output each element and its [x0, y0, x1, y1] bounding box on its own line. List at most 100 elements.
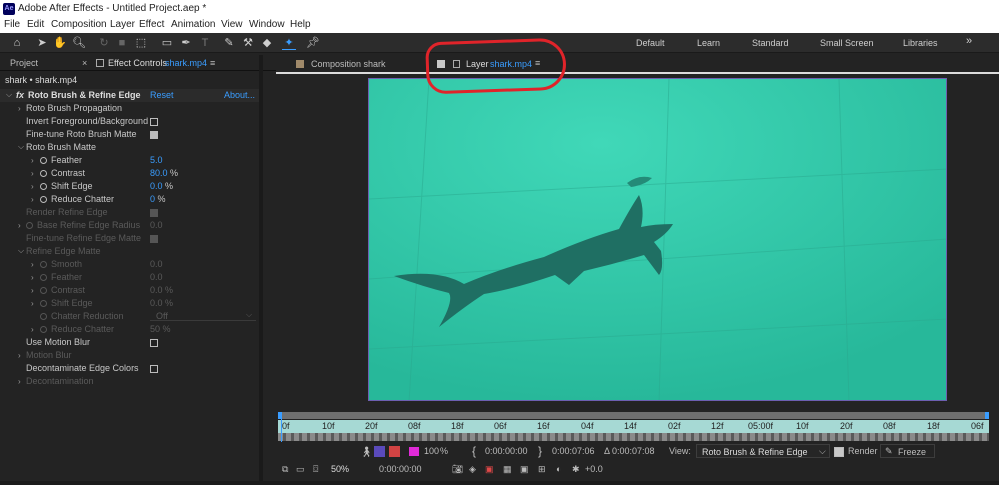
- tab-effect-controls-file[interactable]: shark.mp4: [165, 58, 207, 68]
- stopwatch-icon[interactable]: [40, 261, 47, 268]
- stopwatch-icon[interactable]: [40, 326, 47, 333]
- out-point-icon[interactable]: }: [538, 444, 542, 458]
- reset-button[interactable]: Reset: [150, 90, 174, 103]
- workspace-small-screen[interactable]: Small Screen: [820, 38, 874, 48]
- stopwatch-icon[interactable]: [26, 222, 33, 229]
- menu-window[interactable]: Window: [249, 19, 285, 30]
- selection-arrow-icon[interactable]: ➤: [35, 36, 49, 50]
- pan-behind-icon[interactable]: ⬚: [134, 36, 148, 50]
- tab-project[interactable]: Project: [10, 58, 38, 68]
- finetune-checkbox[interactable]: [150, 131, 158, 139]
- lock-icon[interactable]: [96, 59, 104, 67]
- hand-icon[interactable]: ✋: [53, 36, 67, 50]
- snapshot-icon[interactable]: 📷︎: [452, 464, 463, 475]
- work-area-bar[interactable]: [278, 412, 989, 419]
- menu-help[interactable]: Help: [290, 19, 311, 30]
- toggle-transparency-grid-icon[interactable]: ▦: [503, 464, 512, 475]
- region-of-interest-icon[interactable]: ⌼: [313, 464, 318, 475]
- expand-chevron-icon[interactable]: ›: [18, 377, 21, 386]
- walk-icon[interactable]: 🚶︎: [360, 447, 373, 458]
- fx-icon[interactable]: fx: [16, 90, 24, 103]
- clone-stamp-icon[interactable]: ⚒: [241, 36, 255, 50]
- contrast-value[interactable]: 80.0: [150, 168, 168, 178]
- stopwatch-icon[interactable]: [40, 313, 47, 320]
- overlay-color-swatch[interactable]: [409, 447, 419, 456]
- about-button[interactable]: About...: [224, 90, 255, 103]
- expand-chevron-icon[interactable]: ›: [31, 325, 34, 334]
- decontaminate-checkbox[interactable]: [150, 365, 158, 373]
- stopwatch-icon[interactable]: [40, 274, 47, 281]
- workspace-libraries[interactable]: Libraries: [903, 38, 938, 48]
- rectangle-icon[interactable]: ▭: [160, 36, 174, 50]
- camera-icon[interactable]: ■: [115, 36, 129, 50]
- zoom-icon[interactable]: 🔍︎: [72, 36, 86, 50]
- current-time-readout[interactable]: 0:00:00:00: [379, 464, 422, 474]
- eraser-icon[interactable]: ◆: [260, 36, 274, 50]
- show-snapshot-icon[interactable]: ◈: [469, 464, 476, 475]
- exposure-icon[interactable]: ◐: [556, 464, 561, 474]
- workspace-default[interactable]: Default: [636, 38, 665, 48]
- expand-chevron-icon[interactable]: ›: [31, 195, 34, 204]
- stopwatch-icon[interactable]: [40, 170, 47, 177]
- channel-icon[interactable]: ▣: [485, 464, 494, 475]
- expand-chevron-icon[interactable]: ›: [31, 273, 34, 282]
- magnification-dropdown[interactable]: 50%: [331, 464, 349, 474]
- base-radius-value[interactable]: 0.0: [150, 220, 163, 233]
- stopwatch-icon[interactable]: [40, 300, 47, 307]
- freeze-button[interactable]: ✎ Freeze: [880, 444, 935, 458]
- toggle-overlay-icon[interactable]: [389, 446, 400, 457]
- expand-chevron-icon[interactable]: ›: [31, 169, 34, 178]
- toggle-alpha-icon[interactable]: [374, 446, 385, 457]
- contrast2-value[interactable]: 0.0 %: [150, 285, 173, 298]
- monitor-icon[interactable]: ▭: [296, 464, 305, 475]
- reduce-chatter2-value[interactable]: 50 %: [150, 324, 171, 337]
- tab-composition[interactable]: Composition shark: [311, 59, 386, 69]
- tab-effect-controls[interactable]: Effect Controls: [108, 58, 167, 68]
- expand-chevron-icon[interactable]: ›: [31, 299, 34, 308]
- menu-view[interactable]: View: [221, 19, 243, 30]
- pen-icon[interactable]: ✒: [179, 36, 193, 50]
- zoom-value[interactable]: 100: [424, 446, 439, 456]
- expand-chevron-icon[interactable]: ›: [31, 260, 34, 269]
- feather2-value[interactable]: 0.0: [150, 272, 163, 285]
- type-icon[interactable]: T: [198, 36, 212, 50]
- roto-brush-icon[interactable]: ✦: [282, 36, 296, 50]
- invert-checkbox[interactable]: [150, 118, 158, 126]
- rotate-icon[interactable]: ↻: [97, 36, 111, 50]
- more-workspaces-icon[interactable]: »: [966, 35, 972, 47]
- grid-icon[interactable]: ⊞: [538, 464, 546, 475]
- current-time-indicator[interactable]: [281, 412, 282, 442]
- finetune-refine-checkbox[interactable]: [150, 235, 158, 243]
- collapse-chevron-icon[interactable]: ⌵: [18, 142, 24, 152]
- panel-divider[interactable]: [259, 55, 263, 485]
- view-dropdown[interactable]: Roto Brush & Refine Edge ⌵: [696, 444, 830, 458]
- layer-viewer-frame[interactable]: [368, 78, 947, 401]
- always-preview-icon[interactable]: ⧉: [282, 464, 288, 475]
- expand-chevron-icon[interactable]: ›: [18, 104, 21, 113]
- shift-edge-value[interactable]: 0.0: [150, 181, 163, 191]
- expand-chevron-icon[interactable]: ›: [18, 221, 21, 230]
- home-icon[interactable]: ⌂: [10, 36, 24, 50]
- stopwatch-icon[interactable]: [40, 183, 47, 190]
- menu-animation[interactable]: Animation: [171, 19, 215, 30]
- expand-chevron-icon[interactable]: ›: [18, 351, 21, 360]
- in-point-icon[interactable]: {: [472, 444, 476, 458]
- brush-icon[interactable]: ✎: [222, 36, 236, 50]
- in-point-time[interactable]: 0:00:00:00: [485, 446, 528, 456]
- menu-edit[interactable]: Edit: [27, 19, 44, 30]
- reduce-chatter-value[interactable]: 0: [150, 194, 155, 204]
- chatter-reduction-dropdown[interactable]: Off ⌵: [150, 310, 256, 321]
- stopwatch-icon[interactable]: [40, 196, 47, 203]
- workspace-standard[interactable]: Standard: [752, 38, 789, 48]
- menu-effect[interactable]: Effect: [139, 19, 164, 30]
- workspace-learn[interactable]: Learn: [697, 38, 720, 48]
- panel-menu-icon[interactable]: ≡: [210, 58, 215, 68]
- close-icon[interactable]: ×: [82, 58, 87, 68]
- menu-composition[interactable]: Composition: [51, 19, 107, 30]
- collapse-chevron-icon[interactable]: ⌵: [6, 90, 12, 100]
- stopwatch-icon[interactable]: [40, 157, 47, 164]
- layer-timeline[interactable]: 0f 10f 20f 08f 18f 06f 16f 04f 14f 02f 1…: [278, 412, 989, 442]
- expand-chevron-icon[interactable]: ›: [31, 182, 34, 191]
- time-ruler[interactable]: 0f 10f 20f 08f 18f 06f 16f 04f 14f 02f 1…: [278, 420, 989, 433]
- out-point-time[interactable]: 0:00:07:06: [552, 446, 595, 456]
